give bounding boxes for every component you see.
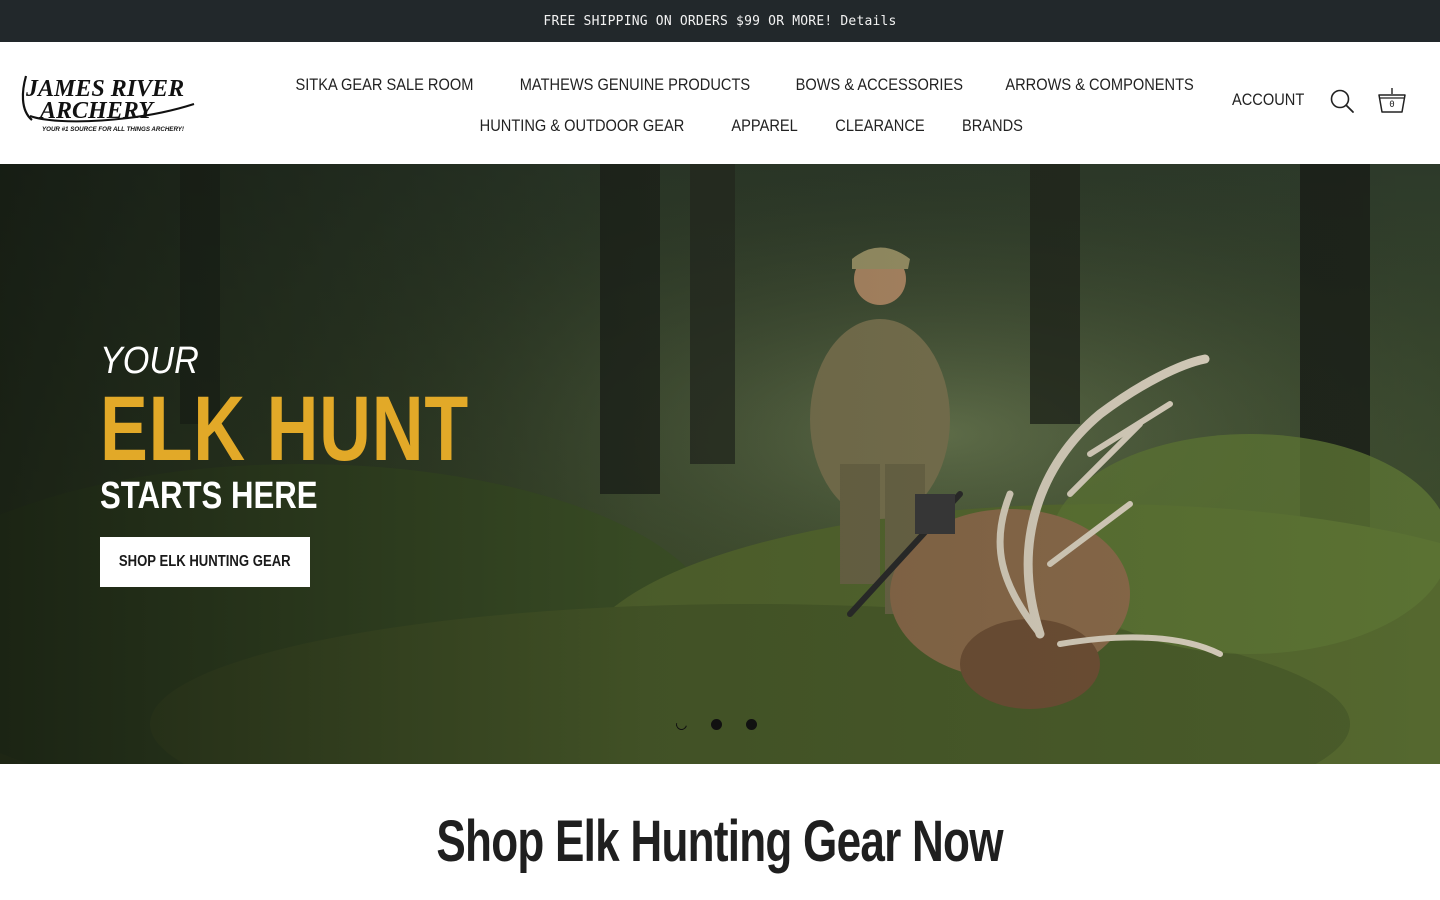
slideshow-pagination [673,716,757,733]
nav-item-apparel[interactable]: APPAREL [731,116,797,136]
cart-count: 0 [1389,100,1395,110]
section-heading-text: Shop Elk Hunting Gear Now [436,809,1004,874]
hero-title: ELK HUNT [100,378,470,480]
hero-text-block: YOUR ELK HUNT STARTS HERE [100,339,573,519]
nav-item-brands[interactable]: BRANDS [962,116,1023,136]
svg-text:YOUR #1 SOURCE FOR ALL THINGS: YOUR #1 SOURCE FOR ALL THINGS ARCHERY! [42,126,184,133]
hero-cta-label: SHOP ELK HUNTING GEAR [119,553,291,570]
account-link[interactable]: ACCOUNT [1232,90,1304,110]
cart-button[interactable]: 0 [1376,84,1408,116]
svg-text:ARCHERY: ARCHERY [38,98,155,124]
announcement-bar: FREE SHIPPING ON ORDERS $99 OR MORE! Det… [0,0,1440,42]
search-icon[interactable] [1329,88,1355,114]
nav-item-clearance[interactable]: CLEARANCE [835,116,924,136]
site-header: JAMES RIVER ARCHERY YOUR #1 SOURCE FOR A… [0,42,1440,164]
main-navigation: SITKA GEAR SALE ROOM MATHEWS GENUINE PRO… [296,64,1194,146]
section-heading: Shop Elk Hunting Gear Now [0,808,1440,875]
hero-slideshow: YOUR ELK HUNT STARTS HERE SHOP ELK HUNTI… [0,164,1440,764]
hero-subtitle: STARTS HERE [100,475,318,517]
store-logo[interactable]: JAMES RIVER ARCHERY YOUR #1 SOURCE FOR A… [18,70,198,136]
shop-elk-hunting-gear-button[interactable]: SHOP ELK HUNTING GEAR [100,537,310,587]
slide-dot-2[interactable] [711,719,722,730]
slide-dot-3[interactable] [746,719,757,730]
nav-item-bows-accessories[interactable]: BOWS & ACCESSORIES [796,75,963,95]
announcement-text: FREE SHIPPING ON ORDERS $99 OR MORE! [543,13,833,29]
nav-item-arrows-components[interactable]: ARROWS & COMPONENTS [1005,75,1193,95]
hero-eyebrow: YOUR [100,340,199,382]
nav-item-hunting-outdoor-gear[interactable]: HUNTING & OUTDOOR GEAR [479,116,684,136]
nav-item-sitka-gear-sale-room[interactable]: SITKA GEAR SALE ROOM [296,75,474,95]
nav-item-mathews-genuine-products[interactable]: MATHEWS GENUINE PRODUCTS [520,75,750,95]
nav-row-secondary: HUNTING & OUTDOOR GEAR APPAREL CLEARANCE… [330,105,1160,146]
nav-row-primary: SITKA GEAR SALE ROOM MATHEWS GENUINE PRO… [296,64,1194,105]
announcement-details-link[interactable]: Details [840,14,896,29]
slide-dot-1[interactable] [673,716,690,733]
